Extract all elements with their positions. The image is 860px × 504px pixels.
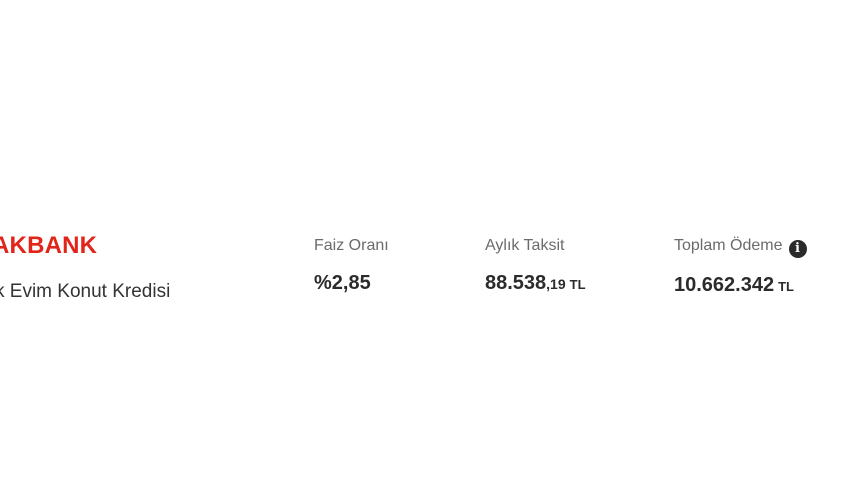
loan-product-name: k Evim Konut Kredisi — [0, 281, 171, 302]
total-payment-column: Toplam Ödeme i 10.662.342 TL — [674, 236, 807, 297]
monthly-installment-main: 88.538 — [485, 272, 547, 294]
total-payment-amount: 10.662.342 — [674, 274, 775, 296]
loan-offer-row[interactable]: AKBANK k Evim Konut Kredisi Faiz Oranı %… — [0, 220, 860, 330]
monthly-installment-currency: TL — [569, 277, 586, 292]
interest-rate-column: Faiz Oranı %2,85 — [314, 236, 389, 293]
interest-rate-value: %2,85 — [314, 272, 371, 294]
total-payment-value: 10.662.342 TL — [674, 275, 807, 297]
info-icon[interactable]: i — [788, 240, 807, 258]
interest-rate-label: Faiz Oranı — [314, 237, 389, 254]
monthly-installment-cents: ,19 — [546, 276, 566, 292]
total-payment-label-row: Toplam Ödeme i — [674, 236, 807, 258]
total-payment-currency: TL — [778, 279, 794, 294]
akbank-logo: AKBANK — [0, 232, 98, 259]
monthly-installment-value: 88.538,19 TL — [485, 273, 586, 295]
monthly-installment-label: Aylık Taksit — [485, 237, 565, 254]
monthly-installment-column: Aylık Taksit 88.538,19 TL — [485, 236, 586, 295]
total-payment-label: Toplam Ödeme — [674, 237, 783, 254]
